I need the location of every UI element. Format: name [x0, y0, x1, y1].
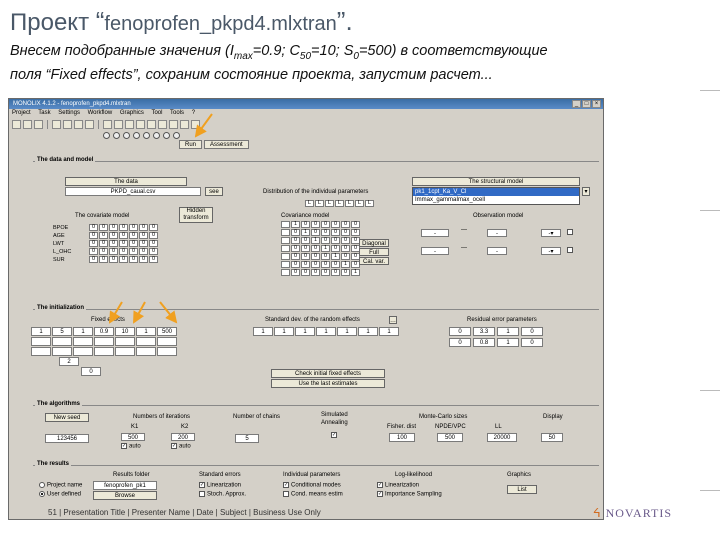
arrow-to-s0 [159, 301, 178, 324]
novartis-flame-icon: ᔦ [593, 506, 602, 520]
arrow-to-c50 [133, 301, 146, 324]
arrow-to-imax [108, 301, 123, 324]
novartis-logo: ᔦ NOVARTIS [593, 506, 672, 520]
annotation-arrows [108, 113, 213, 324]
arrow-to-run [194, 113, 213, 138]
slide: Проект “fenoprofen_pkpd4.mlxtran”. Внесе… [0, 0, 720, 540]
slide-footer: 51 | Presentation Title | Presenter Name… [48, 508, 321, 517]
slide-decoration [700, 90, 720, 510]
